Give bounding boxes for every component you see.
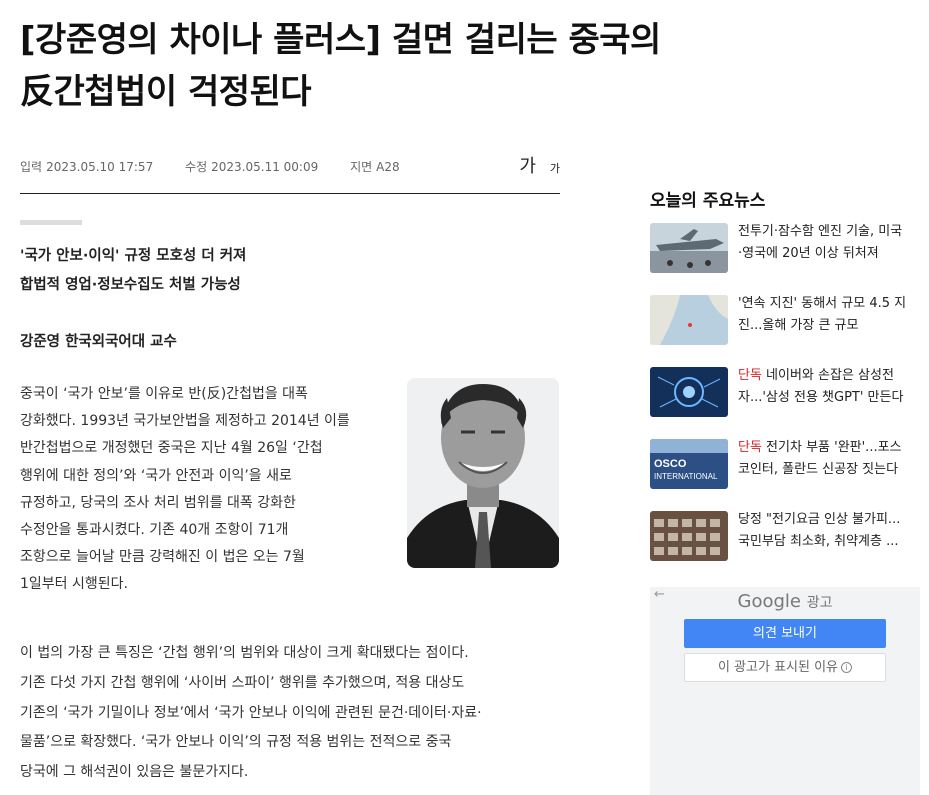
google-ad: ← Google 광고 의견 보내기 이 광고가 표시된 이유 i bbox=[650, 587, 920, 795]
article-title: [강준영의 차이나 플러스] 걸면 걸리는 중국의 反간첩법이 걱정된다 bbox=[20, 14, 760, 118]
news-thumbnail[interactable] bbox=[650, 223, 728, 273]
news-headline[interactable]: 단독 네이버와 손잡은 삼성전 자...'삼성 전용 챗GPT' 만든다 bbox=[738, 365, 920, 409]
svg-text:INTERNATIONAL: INTERNATIONAL bbox=[654, 472, 718, 481]
news-item-2[interactable]: '연속 지진' 동해서 규모 4.5 지 진...올해 가장 큰 규모 bbox=[650, 295, 920, 347]
info-icon: i bbox=[841, 662, 853, 673]
news-thumbnail[interactable] bbox=[650, 295, 728, 345]
exclusive-tag: 단독 bbox=[738, 440, 762, 455]
article-paragraph-1: 중국이 ‘국가 안보’를 이유로 반(反)간첩법을 대폭 강화했다. 1993년… bbox=[20, 381, 400, 599]
news-thumbnail[interactable] bbox=[650, 511, 728, 561]
paragraph-line: 물품’으로 확장했다. ‘국가 안보나 이익’의 규정 적용 범위는 전적으로 … bbox=[20, 734, 452, 751]
send-feedback-button[interactable]: 의견 보내기 bbox=[684, 619, 886, 648]
news-headline[interactable]: '연속 지진' 동해서 규모 4.5 지 진...올해 가장 큰 규모 bbox=[738, 293, 920, 337]
news-item-1[interactable]: 전투기·잠수함 엔진 기술, 미국 ·영국에 20년 이상 뒤처져 bbox=[650, 223, 920, 275]
news-headline[interactable]: 당정 "전기요금 인상 불가피... 국민부담 최소화, 취약계층 ... bbox=[738, 509, 920, 553]
paragraph-line: 행위에 대한 정의’와 ‘국가 안전과 이익’을 새로 bbox=[20, 467, 292, 484]
page-number: 지면 A28 bbox=[350, 160, 400, 174]
paragraph-line: 기존의 ‘국가 기밀이나 정보’에서 ‘국가 안보나 이익에 관련된 문건·데이… bbox=[20, 704, 482, 721]
news-item-5[interactable]: 당정 "전기요금 인상 불가피... 국민부담 최소화, 취약계층 ... bbox=[650, 511, 920, 563]
input-date: 입력 2023.05.10 17:57 bbox=[20, 160, 154, 174]
news-item-3[interactable]: 단독 네이버와 손잡은 삼성전 자...'삼성 전용 챗GPT' 만든다 bbox=[650, 367, 920, 419]
paragraph-line: 1일부터 시행된다. bbox=[20, 576, 128, 593]
news-headline[interactable]: 전투기·잠수함 엔진 기술, 미국 ·영국에 20년 이상 뒤처져 bbox=[738, 221, 920, 265]
why-this-ad-button[interactable]: 이 광고가 표시된 이유 i bbox=[684, 653, 886, 682]
news-item-4[interactable]: OSCO INTERNATIONAL 단독 전기차 부품 '완판'...포스 코인… bbox=[650, 439, 920, 491]
paragraph-line: 조항으로 늘어날 만큼 강력해진 이 법은 오는 7월 bbox=[20, 549, 305, 566]
subhead-line: 합법적 영업·정보수집도 처벌 가능성 bbox=[20, 277, 241, 293]
article-paragraph-2: 이 법의 가장 큰 특징은 ‘간첩 행위’의 범위와 대상이 크게 확대됐다는 … bbox=[20, 639, 560, 788]
paragraph-line: 수정안을 통과시켰다. 기존 40개 조항이 71개 bbox=[20, 522, 289, 539]
paragraph-line: 반간첩법으로 개정했던 중국은 지난 4월 26일 ‘간첩 bbox=[20, 440, 323, 457]
news-thumbnail[interactable]: OSCO INTERNATIONAL bbox=[650, 439, 728, 489]
subhead-line: '국가 안보·이익' 규정 모호성 더 커져 bbox=[20, 248, 247, 264]
author-photo bbox=[407, 378, 559, 568]
paragraph-line: 규정하고, 당국의 조사 처리 범위를 대폭 강화한 bbox=[20, 494, 296, 511]
exclusive-tag: 단독 bbox=[738, 368, 762, 383]
subheadline: '국가 안보·이익' 규정 모호성 더 커져 합법적 영업·정보수집도 처벌 가… bbox=[20, 242, 246, 300]
news-thumbnail[interactable] bbox=[650, 367, 728, 417]
paragraph-line: 강화했다. 1993년 국가보안법을 제정하고 2014년 이를 bbox=[20, 413, 350, 430]
title-line-2: 反간첩법이 걱정된다 bbox=[20, 72, 312, 112]
edit-date: 수정 2023.05.11 00:09 bbox=[185, 160, 319, 174]
news-headline[interactable]: 단독 전기차 부품 '완판'...포스 코인터, 폴란드 신공장 짓는다 bbox=[738, 437, 920, 481]
article-meta: 입력 2023.05.10 17:57 수정 2023.05.11 00:09 지면… bbox=[20, 156, 560, 194]
svg-text:OSCO: OSCO bbox=[654, 458, 687, 470]
google-ad-label: Google 광고 bbox=[737, 591, 833, 612]
paragraph-line: 기존 다섯 가지 간첩 행위에 ‘사이버 스파이’ 행위를 추가했으며, 적용 … bbox=[20, 674, 465, 691]
paragraph-line: 이 법의 가장 큰 특징은 ‘간첩 행위’의 범위와 대상이 크게 확대됐다는 … bbox=[20, 645, 469, 661]
font-size-button[interactable]: 가가 bbox=[519, 152, 560, 178]
divider bbox=[20, 220, 82, 225]
top-news-heading: 오늘의 주요뉴스 bbox=[650, 191, 766, 211]
title-line-1: [강준영의 차이나 플러스] 걸면 걸리는 중국의 bbox=[20, 20, 661, 60]
author-byline: 강준영 한국외국어대 교수 bbox=[20, 334, 177, 350]
paragraph-line: 당국에 그 해석권이 있음은 불문가지다. bbox=[20, 764, 249, 781]
paragraph-line: 중국이 ‘국가 안보’를 이유로 반(反)간첩법을 대폭 bbox=[20, 386, 308, 402]
